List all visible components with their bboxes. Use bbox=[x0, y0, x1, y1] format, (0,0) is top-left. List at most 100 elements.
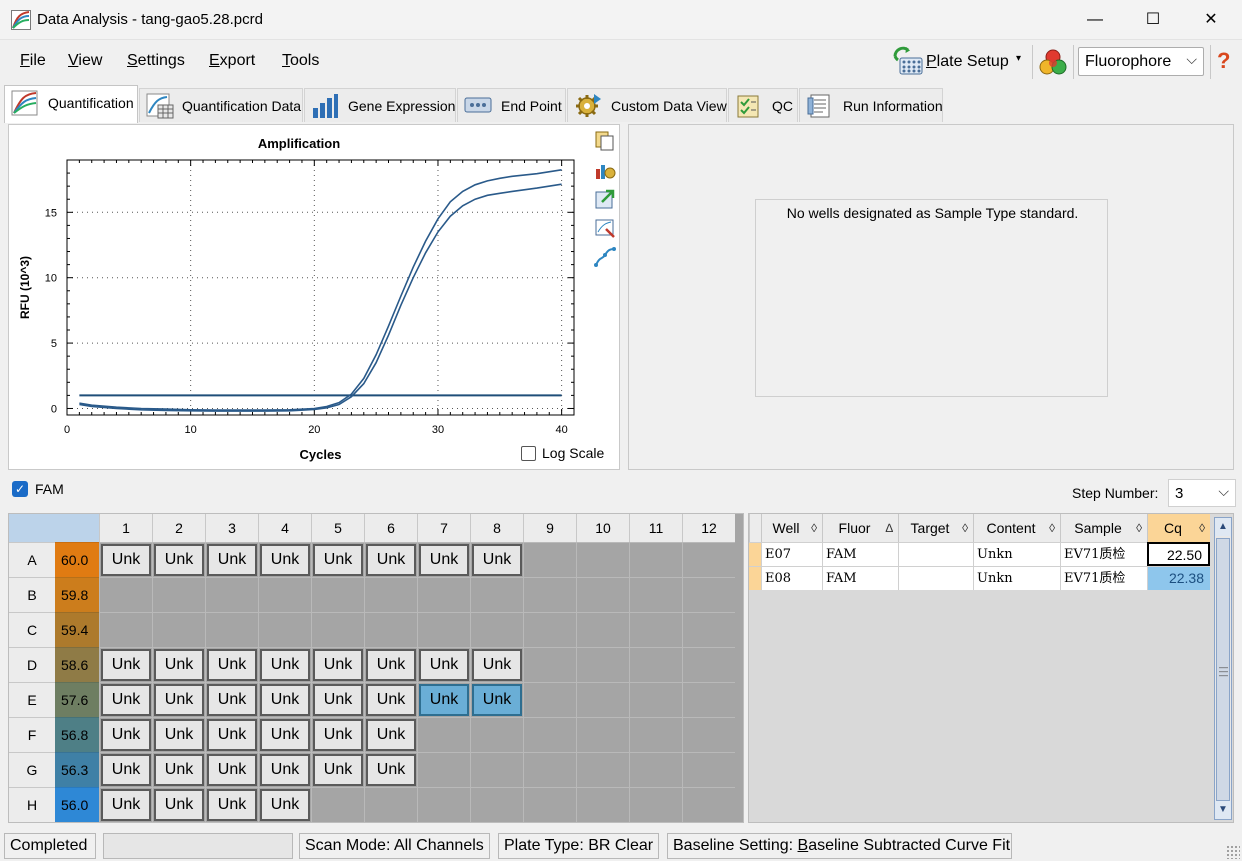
well-A1[interactable]: Unk bbox=[99, 542, 152, 577]
row-header-F[interactable]: F bbox=[9, 717, 55, 752]
well-D3[interactable]: Unk bbox=[205, 647, 258, 682]
row-header-E[interactable]: E bbox=[9, 682, 55, 717]
well-A12[interactable] bbox=[682, 542, 735, 577]
table-cell-content[interactable]: Unkn bbox=[973, 566, 1060, 590]
well-B1[interactable] bbox=[99, 577, 152, 612]
well-F6[interactable]: Unk bbox=[364, 717, 417, 752]
close-button[interactable]: ✕ bbox=[1182, 0, 1240, 40]
well-D10[interactable] bbox=[576, 647, 629, 682]
column-header-content[interactable]: Content ◊ bbox=[973, 514, 1060, 542]
well-E8[interactable]: Unk bbox=[470, 682, 523, 717]
table-cell-sample[interactable]: EV71质检 bbox=[1060, 566, 1147, 590]
well-C9[interactable] bbox=[523, 612, 576, 647]
well-G1[interactable]: Unk bbox=[99, 752, 152, 787]
well-C3[interactable] bbox=[205, 612, 258, 647]
well-F3[interactable]: Unk bbox=[205, 717, 258, 752]
well-H10[interactable] bbox=[576, 787, 629, 822]
sort-icon[interactable]: ◊ bbox=[962, 514, 968, 542]
fluorophore-select[interactable]: Fluorophore ⌵ bbox=[1078, 47, 1204, 76]
log-scale-checkbox[interactable]: Log Scale bbox=[521, 445, 604, 461]
well-A9[interactable] bbox=[523, 542, 576, 577]
well-D5[interactable]: Unk bbox=[311, 647, 364, 682]
column-header-12[interactable]: 12 bbox=[682, 514, 735, 542]
well-G3[interactable]: Unk bbox=[205, 752, 258, 787]
sort-icon[interactable]: ◊ bbox=[811, 514, 817, 542]
well-E4[interactable]: Unk bbox=[258, 682, 311, 717]
table-cell-well[interactable]: E07 bbox=[761, 542, 822, 566]
well-D7[interactable]: Unk bbox=[417, 647, 470, 682]
sort-icon[interactable]: ◊ bbox=[1136, 514, 1142, 542]
menu-tools[interactable]: Tools bbox=[282, 52, 319, 70]
maximize-button[interactable]: ☐ bbox=[1124, 0, 1182, 40]
well-A8[interactable]: Unk bbox=[470, 542, 523, 577]
table-cell-target[interactable] bbox=[898, 542, 973, 566]
well-H9[interactable] bbox=[523, 787, 576, 822]
well-G7[interactable] bbox=[417, 752, 470, 787]
well-C7[interactable] bbox=[417, 612, 470, 647]
well-C5[interactable] bbox=[311, 612, 364, 647]
well-H11[interactable] bbox=[629, 787, 682, 822]
well-E2[interactable]: Unk bbox=[152, 682, 205, 717]
row-header-H[interactable]: H bbox=[9, 787, 55, 822]
well-H3[interactable]: Unk bbox=[205, 787, 258, 822]
well-G11[interactable] bbox=[629, 752, 682, 787]
column-header-1[interactable]: 1 bbox=[99, 514, 152, 542]
scroll-down-icon[interactable]: ▼ bbox=[1215, 801, 1231, 819]
well-E6[interactable]: Unk bbox=[364, 682, 417, 717]
well-G10[interactable] bbox=[576, 752, 629, 787]
well-F1[interactable]: Unk bbox=[99, 717, 152, 752]
row-header-G[interactable]: G bbox=[9, 752, 55, 787]
well-A4[interactable]: Unk bbox=[258, 542, 311, 577]
well-H5[interactable] bbox=[311, 787, 364, 822]
well-G9[interactable] bbox=[523, 752, 576, 787]
well-H6[interactable] bbox=[364, 787, 417, 822]
well-B9[interactable] bbox=[523, 577, 576, 612]
row-header-B[interactable]: B bbox=[9, 577, 55, 612]
column-header-target[interactable]: Target ◊ bbox=[898, 514, 973, 542]
well-C6[interactable] bbox=[364, 612, 417, 647]
well-B6[interactable] bbox=[364, 577, 417, 612]
table-cell-sample[interactable]: EV71质检 bbox=[1060, 542, 1147, 566]
well-E9[interactable] bbox=[523, 682, 576, 717]
well-E5[interactable]: Unk bbox=[311, 682, 364, 717]
plate-select-all[interactable] bbox=[9, 514, 99, 542]
well-E11[interactable] bbox=[629, 682, 682, 717]
row-header-D[interactable]: D bbox=[9, 647, 55, 682]
scroll-thumb[interactable]: — — — bbox=[1216, 538, 1230, 801]
column-header-11[interactable]: 11 bbox=[629, 514, 682, 542]
zoom-chart-icon[interactable] bbox=[594, 217, 616, 239]
column-header-5[interactable]: 5 bbox=[311, 514, 364, 542]
sort-icon[interactable]: ◊ bbox=[1049, 514, 1055, 542]
column-header-fluor[interactable]: Fluor ∆ bbox=[822, 514, 898, 542]
step-number-select[interactable]: 3 ⌵ bbox=[1168, 479, 1236, 507]
well-B2[interactable] bbox=[152, 577, 205, 612]
row-marker[interactable] bbox=[749, 566, 761, 590]
well-A10[interactable] bbox=[576, 542, 629, 577]
well-B7[interactable] bbox=[417, 577, 470, 612]
copy-icon[interactable] bbox=[594, 130, 616, 152]
column-header-well[interactable]: Well ◊ bbox=[761, 514, 822, 542]
row-header-A[interactable]: A bbox=[9, 542, 55, 577]
column-header-10[interactable]: 10 bbox=[576, 514, 629, 542]
well-F2[interactable]: Unk bbox=[152, 717, 205, 752]
resize-grip-icon[interactable] bbox=[1226, 845, 1240, 859]
column-header-2[interactable]: 2 bbox=[152, 514, 205, 542]
amplification-chart[interactable]: 0 10 20 30 40 0 5 10 15 Cycles RFU (10^3) bbox=[9, 125, 594, 471]
well-E1[interactable]: Unk bbox=[99, 682, 152, 717]
column-header-3[interactable]: 3 bbox=[205, 514, 258, 542]
well-H4[interactable]: Unk bbox=[258, 787, 311, 822]
well-E7[interactable]: Unk bbox=[417, 682, 470, 717]
vertical-scrollbar[interactable]: ▲ — — — ▼ bbox=[1214, 517, 1232, 820]
well-B4[interactable] bbox=[258, 577, 311, 612]
curve-style-icon[interactable] bbox=[594, 246, 616, 268]
well-G12[interactable] bbox=[682, 752, 735, 787]
row-header-C[interactable]: C bbox=[9, 612, 55, 647]
well-E10[interactable] bbox=[576, 682, 629, 717]
table-cell-well[interactable]: E08 bbox=[761, 566, 822, 590]
well-H12[interactable] bbox=[682, 787, 735, 822]
well-C10[interactable] bbox=[576, 612, 629, 647]
well-B12[interactable] bbox=[682, 577, 735, 612]
well-E3[interactable]: Unk bbox=[205, 682, 258, 717]
well-C12[interactable] bbox=[682, 612, 735, 647]
well-E12[interactable] bbox=[682, 682, 735, 717]
